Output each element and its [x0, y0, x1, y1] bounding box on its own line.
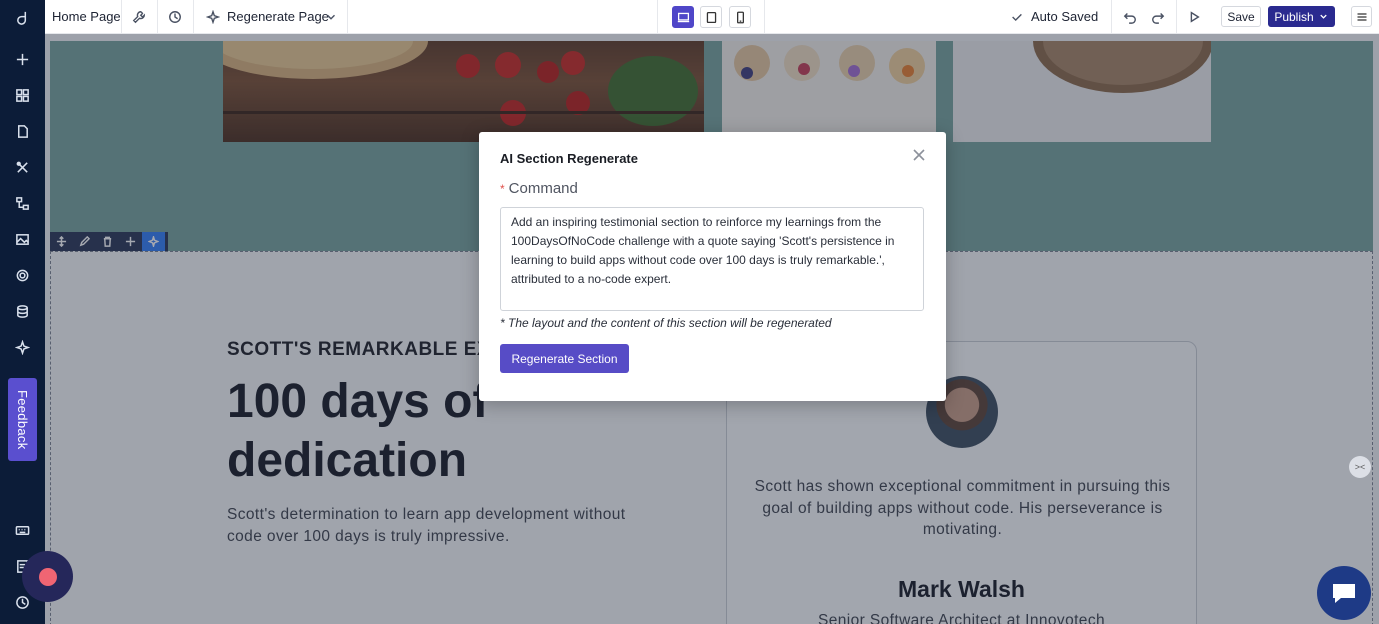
pages-icon[interactable]	[11, 120, 33, 142]
add-icon[interactable]	[11, 48, 33, 70]
divider	[1176, 0, 1177, 34]
chat-button[interactable]	[1317, 566, 1371, 620]
ai-regenerate-modal: AI Section Regenerate * Command Add an in…	[479, 132, 946, 401]
autosave-status: Auto Saved	[1031, 9, 1099, 24]
ai-sparkle-icon	[204, 8, 222, 26]
chevron-down-icon[interactable]	[322, 8, 340, 26]
ai-sparkle-icon[interactable]	[11, 336, 33, 358]
regenerate-page-button[interactable]: Regenerate Page	[227, 9, 329, 24]
command-label-text: Command	[508, 180, 578, 197]
chevron-down-icon	[1319, 14, 1327, 19]
left-sidebar: Feedback	[0, 0, 45, 624]
publish-button[interactable]: Publish	[1268, 6, 1335, 27]
divider	[1111, 0, 1112, 34]
code-toggle-icon[interactable]: ><	[1349, 456, 1371, 478]
clock-icon[interactable]	[166, 8, 184, 26]
feedback-tab[interactable]: Feedback	[8, 378, 37, 461]
divider	[157, 0, 158, 34]
check-icon	[1008, 8, 1026, 26]
keyboard-icon[interactable]	[11, 519, 33, 541]
chat-bubble-icon	[1333, 584, 1355, 603]
media-icon[interactable]	[11, 228, 33, 250]
record-button[interactable]	[22, 551, 73, 602]
tablet-view-button[interactable]	[700, 6, 722, 28]
required-marker: *	[500, 182, 505, 196]
desktop-view-button[interactable]	[672, 6, 694, 28]
settings-icon[interactable]	[11, 264, 33, 286]
close-icon[interactable]	[913, 148, 929, 164]
divider	[764, 0, 765, 34]
tools-icon[interactable]	[11, 156, 33, 178]
components-icon[interactable]	[11, 84, 33, 106]
regenerate-note: * The layout and the content of this sec…	[500, 316, 832, 330]
divider	[193, 0, 194, 34]
top-toolbar: Home Page Regenerate Page Auto Saved Sav…	[45, 0, 1379, 34]
database-icon[interactable]	[11, 300, 33, 322]
publish-label: Publish	[1274, 9, 1314, 24]
feedback-label: Feedback	[15, 389, 30, 450]
workflow-icon[interactable]	[11, 192, 33, 214]
logo-icon[interactable]	[11, 6, 33, 28]
menu-button[interactable]	[1351, 6, 1372, 27]
command-textarea[interactable]: Add an inspiring testimonial section to …	[500, 207, 924, 311]
save-button[interactable]: Save	[1221, 6, 1261, 27]
modal-title: AI Section Regenerate	[500, 151, 638, 166]
wrench-icon[interactable]	[130, 8, 148, 26]
hamburger-icon	[1357, 12, 1366, 21]
divider	[347, 0, 348, 34]
preview-play-icon[interactable]	[1185, 8, 1203, 26]
page-root: { "topbar": { "page_name": "Home Page", …	[0, 0, 1379, 624]
regenerate-section-label: Regenerate Section	[511, 351, 618, 366]
redo-icon[interactable]	[1149, 8, 1167, 26]
divider	[657, 0, 658, 34]
mobile-view-button[interactable]	[729, 6, 751, 28]
save-label: Save	[1227, 9, 1255, 24]
divider	[121, 0, 122, 34]
page-selector[interactable]: Home Page	[52, 9, 121, 24]
command-label: * Command	[500, 180, 578, 197]
record-dot-icon	[38, 567, 57, 586]
regenerate-section-button[interactable]: Regenerate Section	[500, 344, 629, 373]
undo-icon[interactable]	[1121, 8, 1139, 26]
